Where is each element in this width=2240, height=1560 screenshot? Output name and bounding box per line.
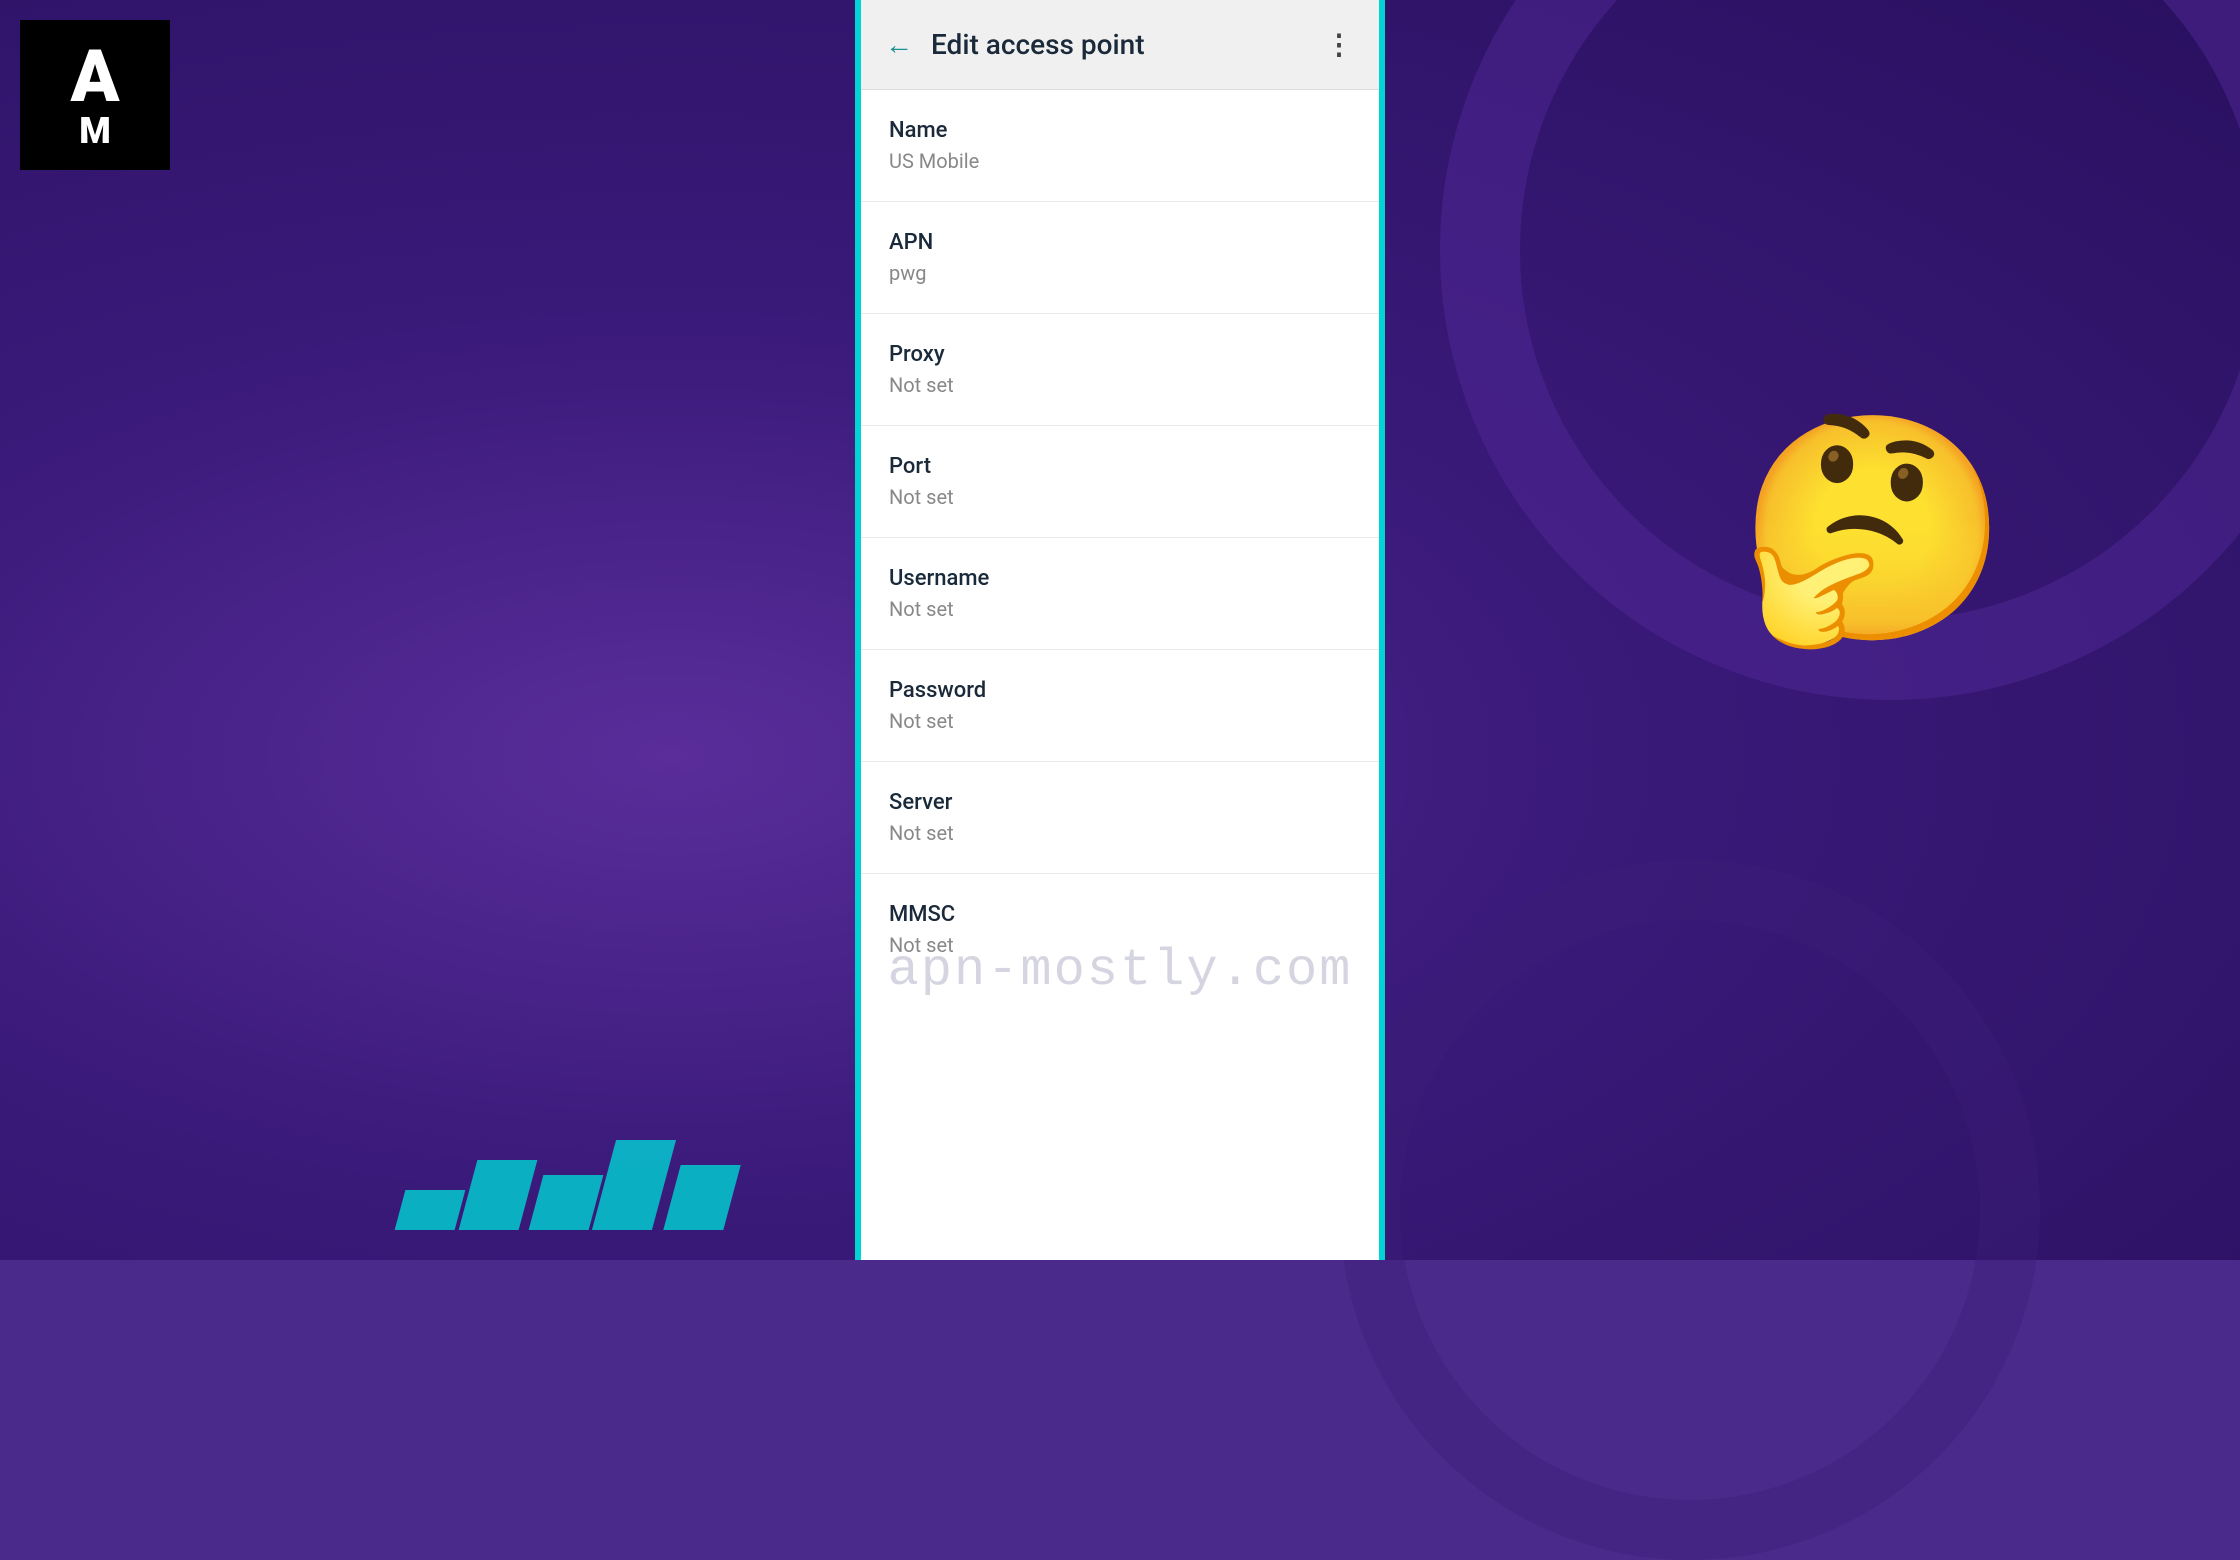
logo: A M [20, 20, 170, 170]
logo-letter-a: A [70, 41, 119, 113]
setting-server-value: Not set [889, 821, 1351, 845]
setting-name-value: US Mobile [889, 149, 1351, 173]
more-options-button[interactable]: ⋮ [1325, 28, 1355, 61]
teal-bar-2 [459, 1160, 538, 1230]
setting-password[interactable]: Password Not set [861, 650, 1379, 762]
header: ← Edit access point ⋮ [861, 0, 1379, 90]
setting-mmsc[interactable]: MMSC Not set [861, 874, 1379, 985]
teal-bar-3 [529, 1175, 604, 1230]
teal-bar-4 [592, 1140, 676, 1230]
phone-panel: ← Edit access point ⋮ Name US Mobile APN… [855, 0, 1385, 1260]
bg-decoration-2 [1340, 860, 2040, 1560]
teal-bar-5 [663, 1165, 740, 1230]
settings-list: Name US Mobile APN pwg Proxy Not set Por… [861, 90, 1379, 1260]
setting-apn[interactable]: APN pwg [861, 202, 1379, 314]
setting-apn-value: pwg [889, 261, 1351, 285]
setting-mmsc-label: MMSC [889, 902, 1351, 927]
setting-mmsc-value: Not set [889, 933, 1351, 957]
thinking-emoji: 🤔 [1736, 420, 2010, 640]
setting-apn-label: APN [889, 230, 1351, 255]
setting-username-label: Username [889, 566, 1351, 591]
setting-username-value: Not set [889, 597, 1351, 621]
setting-username[interactable]: Username Not set [861, 538, 1379, 650]
teal-bars-decoration [400, 1140, 732, 1230]
setting-server-label: Server [889, 790, 1351, 815]
setting-port-label: Port [889, 454, 1351, 479]
logo-letter-m: M [79, 113, 111, 149]
setting-name-label: Name [889, 118, 1351, 143]
setting-password-label: Password [889, 678, 1351, 703]
setting-server[interactable]: Server Not set [861, 762, 1379, 874]
setting-proxy[interactable]: Proxy Not set [861, 314, 1379, 426]
teal-bar-1 [395, 1190, 466, 1230]
setting-name[interactable]: Name US Mobile [861, 90, 1379, 202]
setting-proxy-label: Proxy [889, 342, 1351, 367]
back-button[interactable]: ← [885, 28, 913, 61]
header-left: ← Edit access point [885, 28, 1145, 61]
page-title: Edit access point [931, 28, 1145, 61]
setting-password-value: Not set [889, 709, 1351, 733]
setting-proxy-value: Not set [889, 373, 1351, 397]
setting-port-value: Not set [889, 485, 1351, 509]
setting-port[interactable]: Port Not set [861, 426, 1379, 538]
